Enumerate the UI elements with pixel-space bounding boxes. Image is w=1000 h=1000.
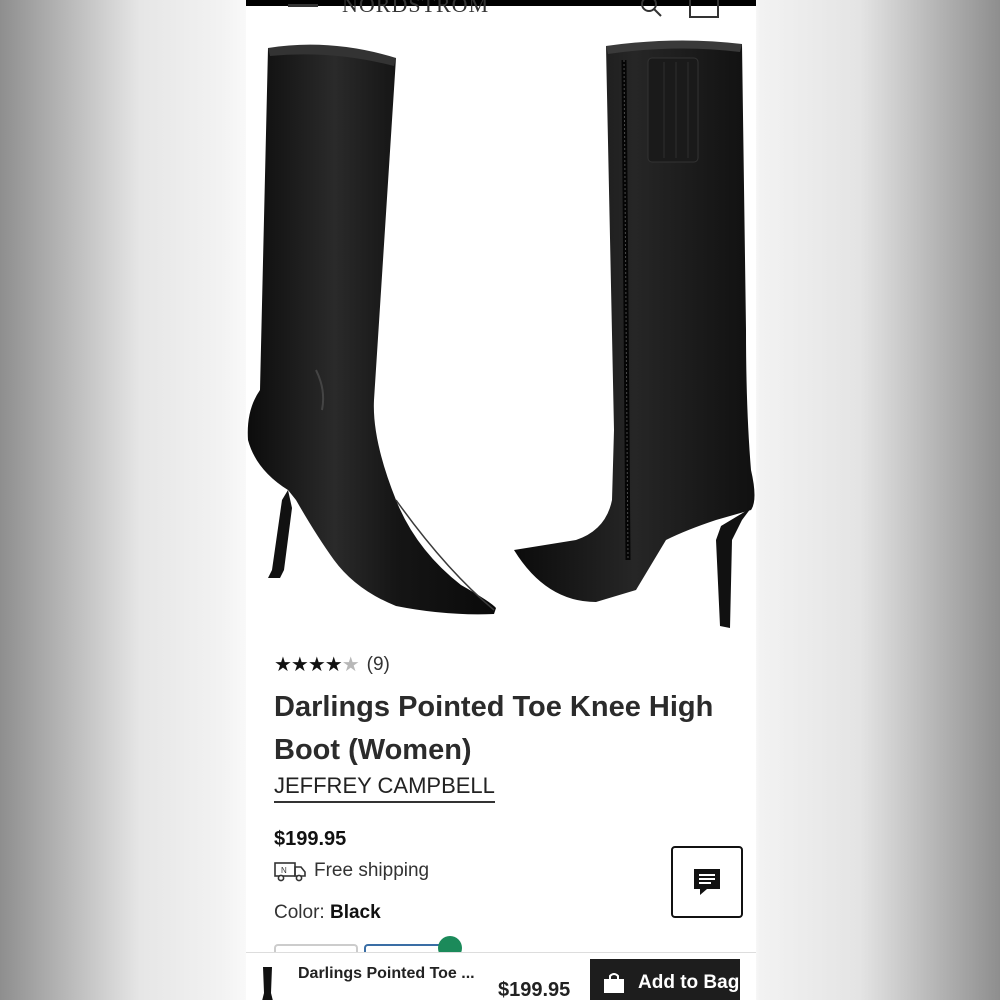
product-page: NORDSTROM [246, 0, 756, 1000]
product-image[interactable] [246, 30, 756, 640]
selected-color: Black [329, 902, 381, 923]
review-count[interactable]: (9) [367, 654, 390, 676]
rating-stars-filled: ★★★★ [274, 654, 343, 676]
bag-icon [604, 973, 624, 993]
search-icon[interactable] [641, 0, 663, 18]
truck-icon: N [274, 862, 306, 882]
product-title: Darlings Pointed Toe Knee High Boot (Wom… [274, 691, 714, 766]
shipping-text: Free shipping [314, 860, 430, 881]
sticky-purchase-bar: Darlings Pointed Toe ... $199.95 Add to … [246, 952, 756, 1000]
chat-button[interactable] [671, 846, 743, 918]
chat-icon [694, 869, 720, 895]
brand-link[interactable]: JEFFREY CAMPBELL [274, 773, 495, 803]
product-thumbnail [262, 967, 273, 1000]
product-price: $199.95 [274, 828, 347, 850]
store-logo[interactable]: NORDSTROM [342, 0, 489, 12]
add-to-bag-button[interactable]: Add to Bag [590, 959, 740, 1000]
sticky-product-price: $199.95 [498, 979, 571, 1000]
sticky-product-title: Darlings Pointed Toe ... [298, 965, 475, 982]
rating-star-empty: ★ [341, 654, 360, 676]
color-selector-label: Color: Black [274, 902, 381, 924]
right-boot [514, 40, 755, 628]
left-boot [247, 44, 496, 615]
top-nav: NORDSTROM [246, 0, 756, 18]
menu-icon[interactable] [288, 4, 318, 7]
color-label: Color: [274, 902, 325, 923]
add-to-bag-label: Add to Bag [638, 972, 740, 993]
shopping-bag-icon[interactable] [689, 0, 719, 18]
svg-text:N: N [281, 866, 287, 875]
product-rating[interactable]: ★★★★ ★ (9) [274, 652, 390, 677]
shipping-info: N Free shipping [274, 860, 429, 882]
